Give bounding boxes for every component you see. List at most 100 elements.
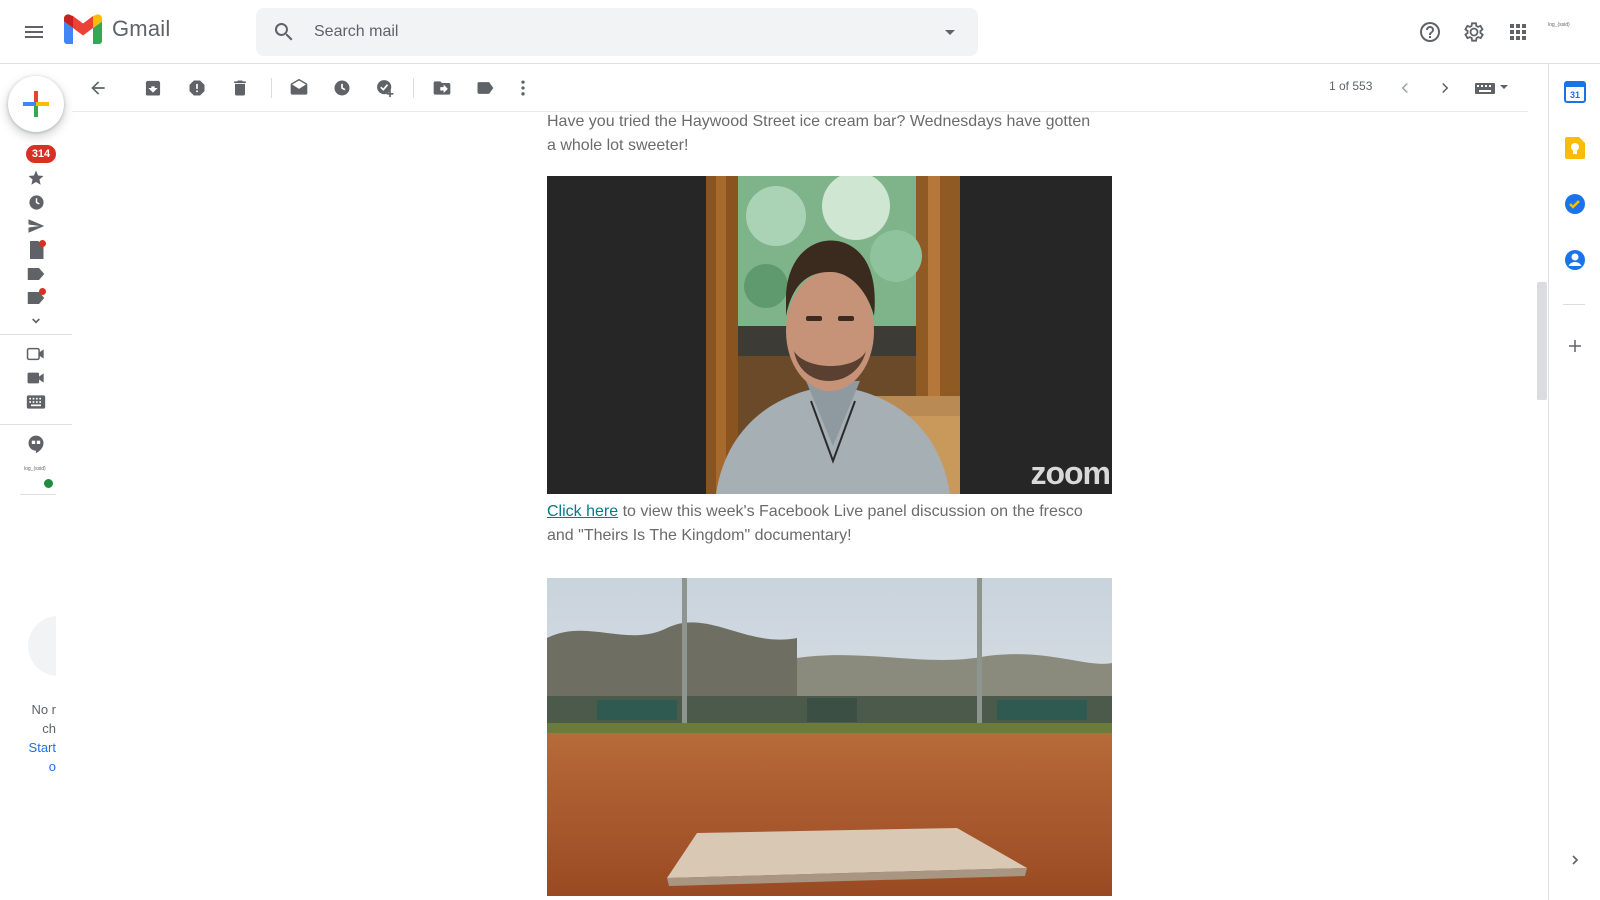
help-icon (1420, 22, 1440, 42)
rail-starred[interactable] (24, 168, 48, 188)
rail-more[interactable] (24, 311, 48, 331)
zoom-watermark: zoom (1030, 455, 1111, 491)
apps-icon (1510, 24, 1526, 40)
archive-icon (145, 80, 161, 96)
drafts-notification-dot (39, 240, 46, 247)
person-video-still (706, 176, 960, 494)
chat-placeholder-icon (28, 616, 56, 676)
app-name: Gmail (112, 16, 171, 41)
rail-divider (0, 424, 72, 425)
expand-side-panel-button[interactable] (1557, 842, 1593, 878)
main-menu-button[interactable] (14, 12, 54, 52)
start-chat-link[interactable]: Start o (29, 740, 56, 774)
label-icon (27, 268, 45, 280)
delete-button[interactable] (224, 72, 256, 104)
search-options-icon (945, 30, 955, 35)
side-panel: 31 (1548, 64, 1600, 900)
rail-snoozed[interactable] (24, 192, 48, 212)
back-button[interactable] (82, 72, 114, 104)
label-notification-dot (39, 288, 46, 295)
rail-new-meeting[interactable] (24, 344, 48, 364)
expand-panel-icon (1572, 855, 1579, 865)
message-body: Have you tried the Haywood Street ice cr… (72, 112, 1528, 900)
rail-label-2[interactable] (24, 288, 48, 308)
google-apps-button[interactable] (1498, 12, 1538, 52)
toolbar-separator (413, 78, 414, 98)
top-header: Gmail log_(ssid) (0, 0, 1600, 64)
gmail-logo-link[interactable]: Gmail (64, 14, 170, 44)
rail-join-meeting[interactable] (24, 368, 48, 388)
chevron-left-icon (1401, 82, 1408, 94)
zoom-video-thumbnail[interactable]: zoom (547, 176, 1112, 494)
mark-unread-button[interactable] (283, 72, 315, 104)
snooze-button[interactable] (326, 72, 358, 104)
keep-icon (1565, 137, 1585, 159)
gmail-logo (64, 14, 102, 44)
delete-icon (234, 80, 246, 96)
search-input[interactable] (314, 23, 928, 41)
support-button[interactable] (1410, 12, 1450, 52)
hangouts-user-label: log_(ssid) (24, 466, 46, 472)
message-pager: 1 of 553 (1329, 79, 1373, 93)
clock-icon (28, 194, 44, 210)
email-paragraph: Have you tried the Haywood Street ice cr… (547, 113, 1091, 154)
no-chats-text: No r ch (31, 702, 56, 736)
keyboard-icon (26, 395, 46, 409)
search-options-button[interactable] (928, 10, 972, 54)
add-to-tasks-button[interactable] (369, 72, 401, 104)
email-paragraph: Click here to view this week's Facebook … (547, 503, 1083, 544)
rail-divider (20, 494, 56, 495)
chevron-down-icon (32, 318, 40, 324)
contacts-icon (1565, 250, 1585, 270)
facebook-live-link[interactable]: Click here (547, 503, 618, 520)
toolbar-separator (271, 78, 272, 98)
add-to-tasks-icon (377, 80, 394, 98)
add-addon-icon (1569, 340, 1581, 352)
label-icon (477, 82, 494, 94)
rail-label-1[interactable] (24, 264, 48, 284)
more-actions-button[interactable] (507, 72, 539, 104)
compose-plus-icon (23, 91, 49, 117)
hangouts-icon (28, 435, 44, 454)
report-spam-button[interactable] (181, 72, 213, 104)
archive-button[interactable] (137, 72, 169, 104)
side-panel-divider (1563, 304, 1585, 305)
rail-divider (0, 334, 72, 335)
mark-unread-icon (290, 78, 308, 95)
input-tools-button[interactable] (1472, 72, 1512, 104)
contacts-button[interactable] (1557, 242, 1593, 278)
account-button[interactable]: log_(ssid) (1548, 22, 1570, 28)
inbox-unread-badge[interactable]: 314 (26, 145, 56, 163)
keep-button[interactable] (1557, 130, 1593, 166)
search-button[interactable] (260, 8, 308, 56)
calendar-icon: 31 (1564, 81, 1586, 103)
scrollbar-thumb[interactable] (1537, 282, 1547, 400)
tasks-icon (1565, 194, 1585, 214)
calendar-button[interactable]: 31 (1557, 74, 1593, 110)
chevron-right-icon (1442, 82, 1449, 94)
tasks-button[interactable] (1557, 186, 1593, 222)
rail-drafts[interactable] (24, 240, 48, 260)
message-scrollbar[interactable] (1535, 64, 1547, 900)
older-button[interactable] (1429, 72, 1461, 104)
settings-icon (1464, 22, 1484, 42)
move-to-button[interactable] (426, 72, 458, 104)
svg-text:31: 31 (1570, 90, 1580, 100)
settings-button[interactable] (1454, 12, 1494, 52)
compose-button[interactable] (8, 76, 64, 132)
newer-button[interactable] (1389, 72, 1421, 104)
move-to-icon (433, 81, 451, 95)
chat-empty-state: No r ch Start o (0, 604, 56, 784)
search-bar (256, 8, 978, 56)
send-icon (28, 219, 45, 233)
report-spam-icon (189, 80, 205, 96)
rail-keyboard[interactable] (24, 392, 48, 412)
baseball-field-photo (547, 578, 1112, 896)
left-rail: 314 log_(ssid) No r ch Start o (0, 64, 72, 900)
rail-sent[interactable] (24, 216, 48, 236)
rail-hangouts[interactable] (24, 434, 48, 454)
get-addons-button[interactable] (1557, 328, 1593, 364)
labels-button[interactable] (469, 72, 501, 104)
more-icon (521, 80, 525, 96)
online-status-dot (43, 478, 54, 489)
